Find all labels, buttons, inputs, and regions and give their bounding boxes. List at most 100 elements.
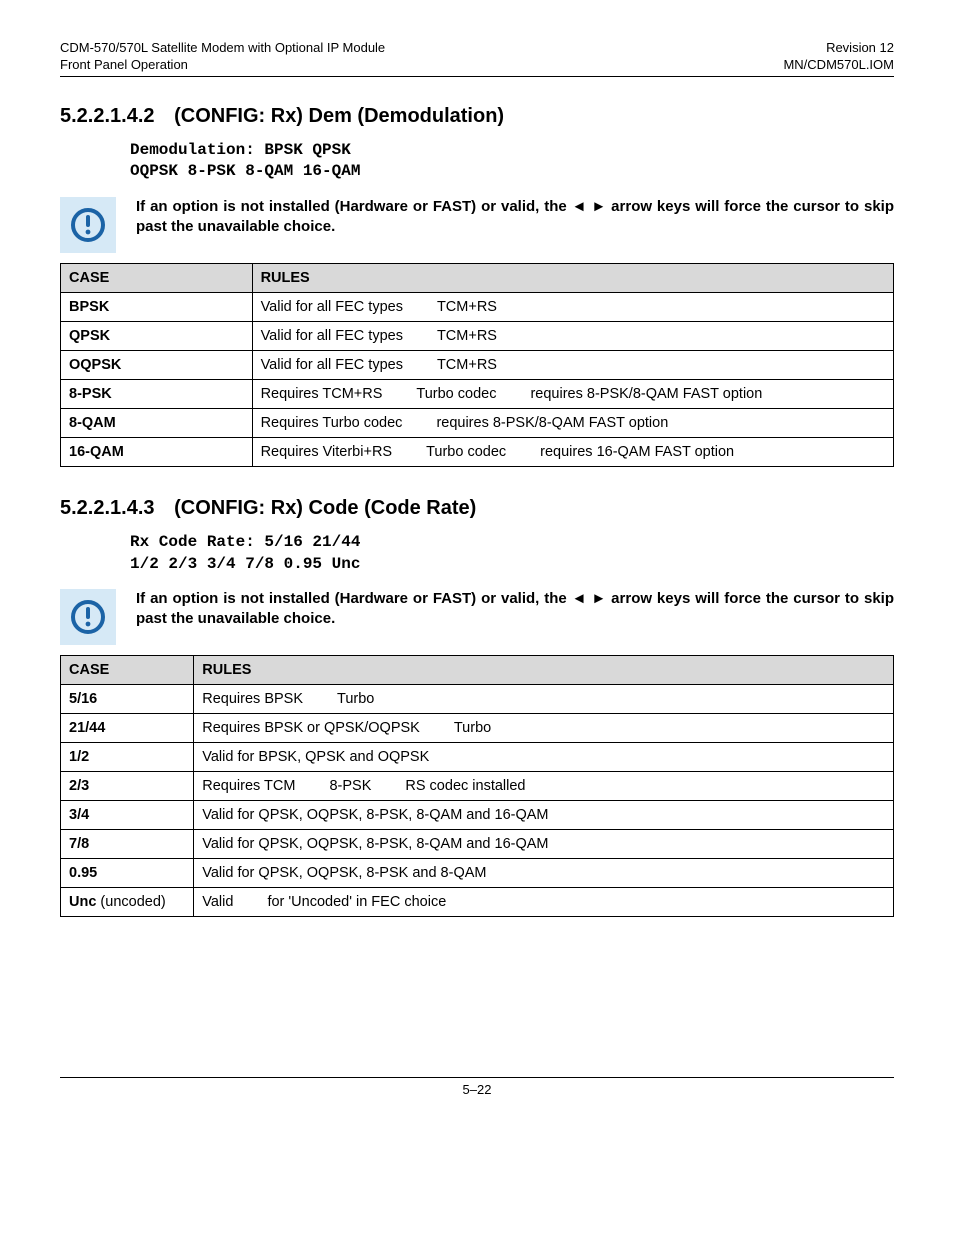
- rule-part: Requires Viterbi+RS: [261, 444, 393, 460]
- rules-cell: Requires TCM 8-PSK RS codec installed: [194, 772, 894, 801]
- rules-cell: Requires BPSK Turbo: [194, 685, 894, 714]
- case-cell: 21/44: [61, 714, 194, 743]
- rules-cell: Valid for BPSK, QPSK and OQPSK: [194, 743, 894, 772]
- rules-cell: Valid for all FEC types TCM+RS: [252, 321, 893, 350]
- rule-part: Valid for all FEC types: [261, 357, 403, 373]
- header-right-line2: MN/CDM570L.IOM: [783, 57, 894, 74]
- rule-part: requires 8-PSK/8-QAM FAST option: [530, 386, 762, 402]
- rule-part: Turbo codec: [426, 444, 506, 460]
- table-row: 21/44 Requires BPSK or QPSK/OQPSK Turbo: [61, 714, 894, 743]
- page-number: 5–22: [463, 1082, 492, 1097]
- rules-cell: Requires Viterbi+RS Turbo codec requires 1…: [252, 437, 893, 466]
- rule-part: requires 8-PSK/8-QAM FAST option: [436, 415, 668, 431]
- case-cell: BPSK: [61, 292, 253, 321]
- table-row: 16-QAM Requires Viterbi+RS Turbo codec requ…: [61, 437, 894, 466]
- section-number: 5.2.2.1.4.2: [60, 105, 155, 127]
- rule-part: Turbo codec: [416, 386, 496, 402]
- rules-cell: Valid for QPSK, OQPSK, 8-PSK, 8-QAM and …: [194, 801, 894, 830]
- important-notice: If an option is not installed (Hardware …: [60, 197, 894, 253]
- page-header: CDM-570/570L Satellite Modem with Option…: [60, 40, 894, 77]
- case-cell: 8-QAM: [61, 408, 253, 437]
- rule-part: RS codec installed: [405, 778, 525, 794]
- rule-part: TCM+RS: [437, 357, 497, 373]
- table-row: 7/8 Valid for QPSK, OQPSK, 8-PSK, 8-QAM a…: [61, 830, 894, 859]
- notice-text: If an option is not installed (Hardware …: [136, 197, 894, 238]
- rules-cell: Valid for all FEC types TCM+RS: [252, 350, 893, 379]
- rules-cell: Requires TCM+RS Turbo codec requires 8-PSK…: [252, 379, 893, 408]
- rules-cell: Requires Turbo codec requires 8-PSK/8-QAM…: [252, 408, 893, 437]
- rule-part: TCM+RS: [437, 328, 497, 344]
- case-cell: 3/4: [61, 801, 194, 830]
- case-cell: 1/2: [61, 743, 194, 772]
- case-cell: 2/3: [61, 772, 194, 801]
- rule-part: TCM+RS: [437, 299, 497, 315]
- rule-part: Requires Turbo codec: [261, 415, 403, 431]
- important-notice: If an option is not installed (Hardware …: [60, 589, 894, 645]
- rules-cell: Requires BPSK or QPSK/OQPSK Turbo: [194, 714, 894, 743]
- rule-part: Requires TCM: [202, 778, 295, 794]
- page-footer: 5–22: [60, 1077, 894, 1097]
- header-left-line1: CDM-570/570L Satellite Modem with Option…: [60, 40, 385, 57]
- table-row: QPSK Valid for all FEC types TCM+RS: [61, 321, 894, 350]
- section-heading-demodulation: 5.2.2.1.4.2 (CONFIG: Rx) Dem (Demodulati…: [60, 105, 894, 128]
- rule-part: Valid for QPSK, OQPSK, 8-PSK and 8-QAM: [202, 865, 486, 881]
- code-rate-rules-table: CASE RULES 5/16Requires BPSKTurbo21/44Re…: [60, 655, 894, 917]
- section-heading-code-rate: 5.2.2.1.4.3 (CONFIG: Rx) Code (Code Rate…: [60, 497, 894, 520]
- case-cell: QPSK: [61, 321, 253, 350]
- case-cell: OQPSK: [61, 350, 253, 379]
- table-row: BPSK Valid for all FEC types TCM+RS: [61, 292, 894, 321]
- case-cell: Unc (uncoded): [61, 888, 194, 917]
- rules-cell: Valid for QPSK, OQPSK, 8-PSK and 8-QAM: [194, 859, 894, 888]
- rule-part: Requires BPSK or QPSK/OQPSK: [202, 720, 420, 736]
- lcd-display-demodulation: Demodulation: BPSK QPSK OQPSK 8-PSK 8-QA…: [130, 140, 894, 183]
- section-title: (CONFIG: Rx) Code (Code Rate): [174, 497, 476, 519]
- rule-part: for 'Uncoded' in FEC choice: [267, 894, 446, 910]
- table-row: Unc (uncoded) Valid for 'Uncoded' in FEC c…: [61, 888, 894, 917]
- rule-part: requires 16-QAM FAST option: [540, 444, 734, 460]
- rule-part: Turbo: [337, 691, 374, 707]
- header-left-line2: Front Panel Operation: [60, 57, 385, 74]
- case-cell: 16-QAM: [61, 437, 253, 466]
- table-row: 8-QAM Requires Turbo codec requires 8-PSK/…: [61, 408, 894, 437]
- rule-part: Valid for QPSK, OQPSK, 8-PSK, 8-QAM and …: [202, 807, 548, 823]
- table-header-rules: RULES: [252, 263, 893, 292]
- table-row: 2/3 Requires TCM 8-PSK RS codec installed: [61, 772, 894, 801]
- header-right-line1: Revision 12: [783, 40, 894, 57]
- table-header-rules: RULES: [194, 656, 894, 685]
- rule-part: 8-PSK: [329, 778, 371, 794]
- table-row: 0.95 Valid for QPSK, OQPSK, 8-PSK and 8-Q…: [61, 859, 894, 888]
- case-cell: 5/16: [61, 685, 194, 714]
- case-cell: 0.95: [61, 859, 194, 888]
- rule-part: Valid for all FEC types: [261, 328, 403, 344]
- rule-part: Valid for BPSK, QPSK and OQPSK: [202, 749, 429, 765]
- rules-cell: Valid for all FEC types TCM+RS: [252, 292, 893, 321]
- table-row: 8-PSK Requires TCM+RS Turbo codec requires …: [61, 379, 894, 408]
- code-line: Demodulation: BPSK QPSK: [130, 140, 894, 162]
- table-row: OQPSK Valid for all FEC types TCM+RS: [61, 350, 894, 379]
- case-cell: 7/8: [61, 830, 194, 859]
- code-line: Rx Code Rate: 5/16 21/44: [130, 532, 894, 554]
- table-header-case: CASE: [61, 656, 194, 685]
- notice-text: If an option is not installed (Hardware …: [136, 589, 894, 630]
- table-row: 1/2 Valid for BPSK, QPSK and OQPSK: [61, 743, 894, 772]
- important-icon: [60, 197, 116, 253]
- rule-part: Valid: [202, 894, 233, 910]
- demodulation-rules-table: CASE RULES BPSK Valid for all FEC types TC…: [60, 263, 894, 467]
- code-line: OQPSK 8-PSK 8-QAM 16-QAM: [130, 161, 894, 183]
- table-header-case: CASE: [61, 263, 253, 292]
- rule-part: Requires TCM+RS: [261, 386, 383, 402]
- table-row: 5/16 Requires BPSK Turbo: [61, 685, 894, 714]
- rule-part: Turbo: [454, 720, 491, 736]
- code-line: 1/2 2/3 3/4 7/8 0.95 Unc: [130, 554, 894, 576]
- table-row: 3/4 Valid for QPSK, OQPSK, 8-PSK, 8-QAM a…: [61, 801, 894, 830]
- lcd-display-code-rate: Rx Code Rate: 5/16 21/44 1/2 2/3 3/4 7/8…: [130, 532, 894, 575]
- important-icon: [60, 589, 116, 645]
- rule-part: Requires BPSK: [202, 691, 303, 707]
- case-cell: 8-PSK: [61, 379, 253, 408]
- section-number: 5.2.2.1.4.3: [60, 497, 155, 519]
- rule-part: Valid for QPSK, OQPSK, 8-PSK, 8-QAM and …: [202, 836, 548, 852]
- section-title: (CONFIG: Rx) Dem (Demodulation): [174, 105, 504, 127]
- rule-part: Valid for all FEC types: [261, 299, 403, 315]
- rules-cell: Valid for QPSK, OQPSK, 8-PSK, 8-QAM and …: [194, 830, 894, 859]
- rules-cell: Valid for 'Uncoded' in FEC choice: [194, 888, 894, 917]
